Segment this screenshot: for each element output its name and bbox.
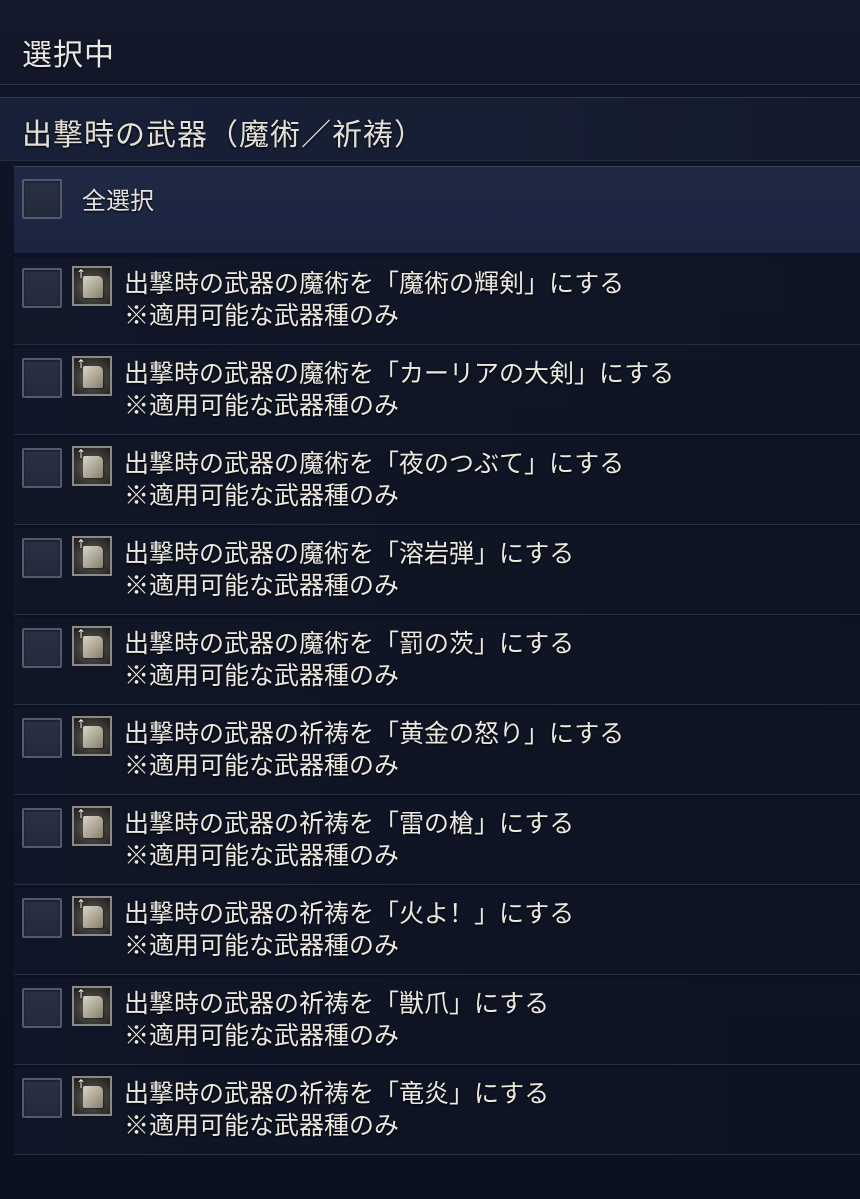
scroll-upgrade-icon: ↑: [72, 716, 112, 756]
item-text: 出撃時の武器の祈祷を「黄金の怒り」にする ※適用可能な武器種のみ: [124, 718, 624, 782]
section-title: 出撃時の武器（魔術／祈祷）: [22, 118, 425, 153]
up-arrow-icon: ↑: [76, 267, 87, 281]
item-label: 出撃時の武器の祈祷を「獣爪」にする: [124, 989, 550, 1018]
list-item[interactable]: ↑ 出撃時の武器の魔術を「罰の茨」にする ※適用可能な武器種のみ: [14, 618, 860, 705]
up-arrow-icon: ↑: [76, 537, 87, 551]
item-checkbox[interactable]: [22, 358, 62, 398]
item-label: 出撃時の武器の祈祷を「竜炎」にする: [124, 1079, 550, 1108]
item-checkbox[interactable]: [22, 1078, 62, 1118]
item-note: ※適用可能な武器種のみ: [124, 571, 400, 600]
item-checkbox[interactable]: [22, 808, 62, 848]
list-item[interactable]: ↑ 出撃時の武器の祈祷を「火よ！」にする ※適用可能な武器種のみ: [14, 888, 860, 975]
item-label: 出撃時の武器の魔術を「夜のつぶて」にする: [124, 449, 625, 478]
select-all-row[interactable]: 全選択: [14, 166, 860, 253]
up-arrow-icon: ↑: [76, 357, 87, 371]
scroll-upgrade-icon: ↑: [72, 896, 112, 936]
relic-effect-selection-panel: 選択中 出撃時の武器（魔術／祈祷） 全選択 ↑ 出撃時の武器の魔術を「魔術の輝剣…: [0, 0, 860, 1199]
item-label: 出撃時の武器の魔術を「カーリアの大剣」にする: [124, 359, 675, 388]
scroll-upgrade-icon: ↑: [72, 1076, 112, 1116]
list-item[interactable]: ↑ 出撃時の武器の祈祷を「雷の槍」にする ※適用可能な武器種のみ: [14, 798, 860, 885]
item-text: 出撃時の武器の祈祷を「火よ！」にする ※適用可能な武器種のみ: [124, 898, 574, 962]
item-note: ※適用可能な武器種のみ: [124, 391, 400, 420]
up-arrow-icon: ↑: [76, 807, 87, 821]
item-label: 出撃時の武器の魔術を「溶岩弾」にする: [124, 539, 575, 568]
item-text: 出撃時の武器の祈祷を「竜炎」にする ※適用可能な武器種のみ: [124, 1078, 549, 1142]
up-arrow-icon: ↑: [76, 717, 87, 731]
item-checkbox[interactable]: [22, 628, 62, 668]
scroll-upgrade-icon: ↑: [72, 626, 112, 666]
up-arrow-icon: ↑: [76, 1077, 87, 1091]
section-header: 出撃時の武器（魔術／祈祷）: [0, 97, 860, 161]
item-note: ※適用可能な武器種のみ: [124, 931, 400, 960]
list-item[interactable]: ↑ 出撃時の武器の祈祷を「黄金の怒り」にする ※適用可能な武器種のみ: [14, 708, 860, 795]
scroll-upgrade-icon: ↑: [72, 446, 112, 486]
item-checkbox[interactable]: [22, 538, 62, 578]
item-note: ※適用可能な武器種のみ: [124, 1021, 400, 1050]
select-all-label: 全選択: [82, 187, 154, 215]
item-text: 出撃時の武器の魔術を「魔術の輝剣」にする ※適用可能な武器種のみ: [124, 268, 624, 332]
item-note: ※適用可能な武器種のみ: [124, 301, 400, 330]
item-note: ※適用可能な武器種のみ: [124, 751, 400, 780]
item-checkbox[interactable]: [22, 448, 62, 488]
list-item[interactable]: ↑ 出撃時の武器の魔術を「溶岩弾」にする ※適用可能な武器種のみ: [14, 528, 860, 615]
scroll-upgrade-icon: ↑: [72, 536, 112, 576]
up-arrow-icon: ↑: [76, 627, 87, 641]
item-text: 出撃時の武器の魔術を「罰の茨」にする ※適用可能な武器種のみ: [124, 628, 574, 692]
up-arrow-icon: ↑: [76, 987, 87, 1001]
item-checkbox[interactable]: [22, 898, 62, 938]
list-item[interactable]: ↑ 出撃時の武器の魔術を「魔術の輝剣」にする ※適用可能な武器種のみ: [14, 258, 860, 345]
select-all-checkbox[interactable]: [22, 179, 62, 219]
item-note: ※適用可能な武器種のみ: [124, 841, 400, 870]
item-text: 出撃時の武器の魔術を「夜のつぶて」にする ※適用可能な武器種のみ: [124, 448, 624, 512]
item-checkbox[interactable]: [22, 718, 62, 758]
header-bar: 選択中: [0, 0, 860, 85]
item-checkbox[interactable]: [22, 988, 62, 1028]
item-note: ※適用可能な武器種のみ: [124, 661, 400, 690]
item-text: 出撃時の武器の祈祷を「雷の槍」にする ※適用可能な武器種のみ: [124, 808, 574, 872]
item-checkbox[interactable]: [22, 268, 62, 308]
up-arrow-icon: ↑: [76, 447, 87, 461]
scroll-upgrade-icon: ↑: [72, 266, 112, 306]
scroll-upgrade-icon: ↑: [72, 806, 112, 846]
scroll-upgrade-icon: ↑: [72, 356, 112, 396]
list-item[interactable]: ↑ 出撃時の武器の魔術を「夜のつぶて」にする ※適用可能な武器種のみ: [14, 438, 860, 525]
item-note: ※適用可能な武器種のみ: [124, 481, 400, 510]
list-item[interactable]: ↑ 出撃時の武器の祈祷を「獣爪」にする ※適用可能な武器種のみ: [14, 978, 860, 1065]
item-note: ※適用可能な武器種のみ: [124, 1111, 400, 1140]
item-label: 出撃時の武器の祈祷を「火よ！」にする: [124, 899, 575, 928]
scroll-upgrade-icon: ↑: [72, 986, 112, 1026]
list-item[interactable]: ↑ 出撃時の武器の祈祷を「竜炎」にする ※適用可能な武器種のみ: [14, 1068, 860, 1155]
list-item[interactable]: ↑ 出撃時の武器の魔術を「カーリアの大剣」にする ※適用可能な武器種のみ: [14, 348, 860, 435]
up-arrow-icon: ↑: [76, 897, 87, 911]
item-label: 出撃時の武器の祈祷を「黄金の怒り」にする: [124, 719, 625, 748]
item-label: 出撃時の武器の魔術を「魔術の輝剣」にする: [124, 269, 625, 298]
item-label: 出撃時の武器の祈祷を「雷の槍」にする: [124, 809, 575, 838]
header-title: 選択中: [22, 38, 115, 73]
item-label: 出撃時の武器の魔術を「罰の茨」にする: [124, 629, 575, 658]
item-text: 出撃時の武器の魔術を「溶岩弾」にする ※適用可能な武器種のみ: [124, 538, 574, 602]
item-text: 出撃時の武器の祈祷を「獣爪」にする ※適用可能な武器種のみ: [124, 988, 549, 1052]
item-text: 出撃時の武器の魔術を「カーリアの大剣」にする ※適用可能な武器種のみ: [124, 358, 674, 422]
